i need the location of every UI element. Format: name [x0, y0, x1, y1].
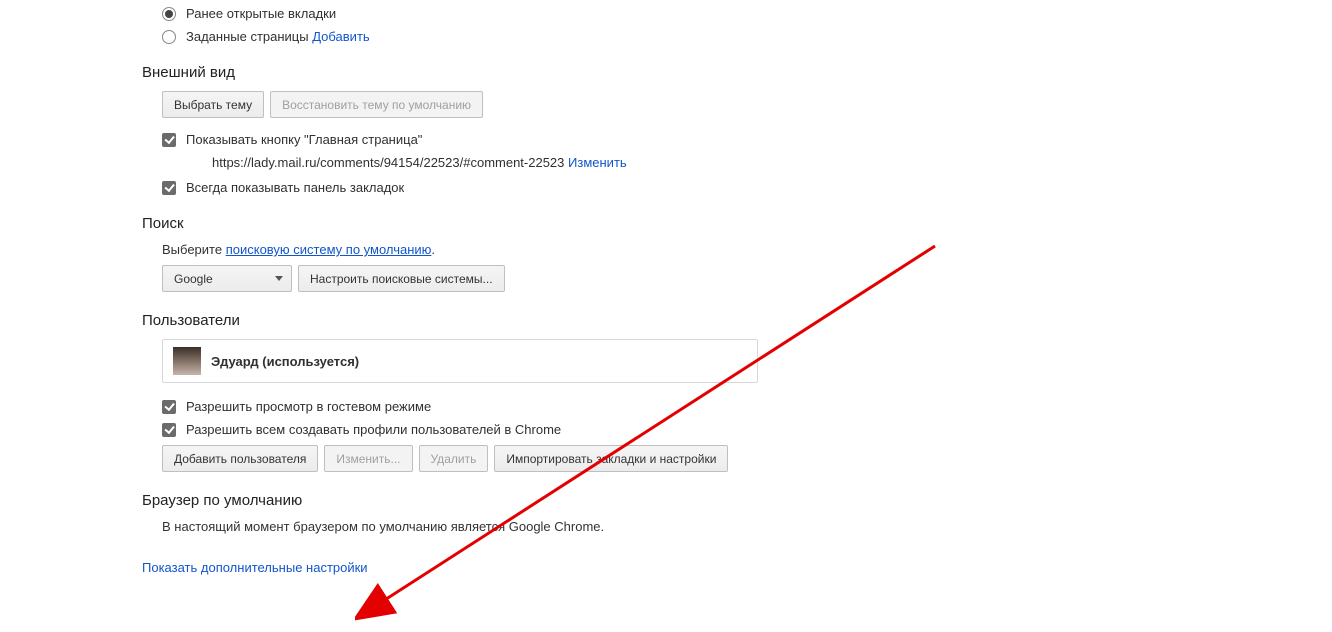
always-show-bookmarks-row[interactable]: Всегда показывать панель закладок: [142, 180, 1332, 195]
show-advanced-settings-link[interactable]: Показать дополнительные настройки: [142, 560, 368, 575]
always-show-bookmarks-label: Всегда показывать панель закладок: [186, 180, 404, 195]
add-user-button[interactable]: Добавить пользователя: [162, 445, 318, 472]
startup-radio-specific[interactable]: Заданные страницы Добавить: [142, 29, 1332, 44]
edit-user-button: Изменить...: [324, 445, 412, 472]
search-description: Выберите поисковую систему по умолчанию.: [142, 242, 1332, 257]
manage-search-engines-button[interactable]: Настроить поисковые системы...: [298, 265, 505, 292]
section-default-browser: Браузер по умолчанию В настоящий момент …: [142, 492, 1332, 534]
chevron-down-icon: [275, 276, 283, 281]
home-url-change-link[interactable]: Изменить: [568, 155, 627, 170]
search-select-label: Выберите: [162, 242, 222, 257]
search-engine-dropdown[interactable]: Google: [162, 265, 292, 292]
allow-create-profiles-label: Разрешить всем создавать профили пользов…: [186, 422, 561, 437]
section-users: Пользователи Эдуард (используется) Разре…: [142, 312, 1332, 472]
show-home-checkbox-row[interactable]: Показывать кнопку "Главная страница": [142, 132, 1332, 147]
section-title-default-browser: Браузер по умолчанию: [142, 492, 1332, 509]
delete-user-button: Удалить: [419, 445, 489, 472]
startup-radio-previous-label: Ранее открытые вкладки: [186, 6, 336, 21]
section-title-users: Пользователи: [142, 312, 1332, 329]
home-url-text: https://lady.mail.ru/comments/94154/2252…: [212, 155, 564, 170]
radio-icon: [162, 7, 176, 21]
checkbox-icon: [162, 181, 176, 195]
current-user-box[interactable]: Эдуард (используется): [162, 339, 758, 383]
settings-content: Ранее открытые вкладки Заданные страницы…: [0, 6, 1332, 575]
reset-theme-button: Восстановить тему по умолчанию: [270, 91, 483, 118]
default-browser-status: В настоящий момент браузером по умолчани…: [142, 519, 1332, 534]
allow-guest-label: Разрешить просмотр в гостевом режиме: [186, 399, 431, 414]
startup-radio-previous[interactable]: Ранее открытые вкладки: [142, 6, 1332, 21]
home-url-row: https://lady.mail.ru/comments/94154/2252…: [142, 155, 1332, 170]
checkbox-icon: [162, 423, 176, 437]
startup-add-link[interactable]: Добавить: [312, 29, 369, 44]
startup-radio-specific-label: Заданные страницы: [186, 29, 309, 44]
current-user-label: Эдуард (используется): [211, 354, 359, 369]
allow-create-profiles-checkbox-row[interactable]: Разрешить всем создавать профили пользов…: [142, 422, 1332, 437]
section-search: Поиск Выберите поисковую систему по умол…: [142, 215, 1332, 292]
section-title-search: Поиск: [142, 215, 1332, 232]
default-search-engine-link[interactable]: поисковую систему по умолчанию: [226, 242, 432, 257]
choose-theme-button[interactable]: Выбрать тему: [162, 91, 264, 118]
show-home-checkbox-label: Показывать кнопку "Главная страница": [186, 132, 422, 147]
section-title-appearance: Внешний вид: [142, 64, 1332, 81]
import-button[interactable]: Импортировать закладки и настройки: [494, 445, 728, 472]
section-appearance: Внешний вид Выбрать тему Восстановить те…: [142, 64, 1332, 195]
radio-icon: [162, 30, 176, 44]
search-engine-value: Google: [174, 272, 213, 286]
checkbox-icon: [162, 133, 176, 147]
avatar: [173, 347, 201, 375]
allow-guest-checkbox-row[interactable]: Разрешить просмотр в гостевом режиме: [142, 399, 1332, 414]
checkbox-icon: [162, 400, 176, 414]
